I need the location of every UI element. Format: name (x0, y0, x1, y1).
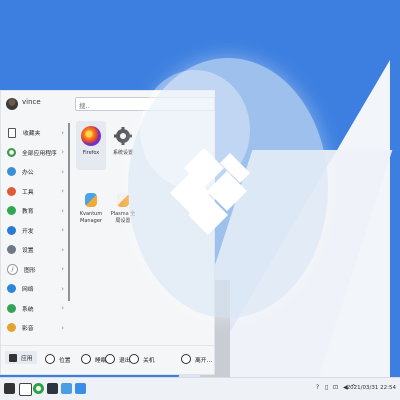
app-kvantum-manager[interactable]: Kvantum Manager (76, 189, 106, 237)
category-label: 工具 (22, 189, 34, 196)
firefox-icon (81, 126, 101, 146)
chevron-right-icon: › (61, 304, 64, 313)
file-manager-icon[interactable] (75, 383, 86, 394)
settings-icon (7, 245, 16, 255)
clock[interactable]: 2021/03/31 22:54 (347, 385, 396, 391)
category-settings[interactable]: 设置 › (1, 240, 67, 260)
browser-icon[interactable] (33, 383, 44, 394)
chevron-right-icon: › (61, 167, 64, 176)
system-settings-icon (113, 126, 133, 146)
launcher-icon[interactable] (4, 383, 15, 394)
graphics-icon: / (7, 263, 18, 275)
tab-applications[interactable]: 应用 (5, 351, 37, 364)
category-label: 影音 (22, 326, 34, 333)
category-network[interactable]: 网络 › (1, 279, 67, 299)
category-all-apps[interactable]: ● 全部应用程序 › (1, 143, 67, 163)
chevron-right-icon: › (61, 323, 64, 332)
tools-icon (7, 186, 16, 196)
tab-label: 位置 (59, 357, 71, 364)
category-office[interactable]: 办公 › (1, 162, 67, 182)
shutdown-button[interactable]: 关机 (129, 354, 155, 364)
logout-button[interactable]: 退出 (105, 354, 131, 364)
mail-icon[interactable] (61, 383, 72, 394)
power-icon (129, 354, 139, 364)
education-icon (7, 206, 16, 216)
button-label: 关机 (143, 357, 155, 364)
apps-icon: ● (7, 147, 16, 157)
username: vince (22, 98, 41, 106)
app-label: Kvantum (79, 211, 103, 217)
category-list: 收藏夹 › ● 全部应用程序 › 办公 › 工具 › 教育 › 开发 › 设置 … (1, 123, 67, 338)
chevron-right-icon: › (61, 284, 64, 293)
kvantum-icon (85, 193, 97, 207)
category-system[interactable]: 系统 › (1, 299, 67, 319)
gear-icon (114, 127, 132, 145)
scrollbar[interactable] (68, 123, 70, 301)
launcher-footer: 应用 位置 睡眠 退出 关机 离开... (1, 345, 214, 374)
leave-button[interactable]: 离开... (181, 354, 212, 364)
category-label: 系统 (22, 306, 34, 313)
chevron-right-icon: › (61, 148, 64, 157)
chevron-right-icon: › (61, 187, 64, 196)
category-multimedia[interactable]: 影音 › (1, 318, 67, 338)
office-icon (7, 167, 16, 177)
sleep-button[interactable]: 睡眠 (81, 354, 107, 364)
taskbar: ? ▯ ⊡ ◀ ^ 2021/03/31 22:54 (0, 377, 400, 400)
multimedia-icon (7, 323, 16, 333)
terminal-icon[interactable] (47, 383, 58, 394)
system-icon (7, 303, 16, 313)
category-label: 图形 (24, 267, 36, 274)
tab-places[interactable]: 位置 (45, 354, 71, 364)
avatar[interactable] (6, 98, 18, 110)
button-label: 离开... (195, 357, 213, 364)
leave-icon (181, 354, 191, 364)
location-icon (45, 354, 55, 364)
category-education[interactable]: 教育 › (1, 201, 67, 221)
search-placeholder: 搜.. (79, 102, 90, 110)
distro-logo-icon (170, 148, 250, 235)
logout-icon (105, 354, 115, 364)
chevron-right-icon: › (61, 245, 64, 254)
category-label: 网络 (22, 287, 34, 294)
category-label: 开发 (22, 228, 34, 235)
apps-icon (9, 353, 17, 362)
app-label: Firefox (82, 150, 100, 156)
clipboard-icon[interactable]: ▯ (325, 384, 328, 391)
chevron-right-icon: › (61, 265, 64, 274)
network-icon (7, 284, 16, 294)
chevron-right-icon: › (61, 206, 64, 215)
category-development[interactable]: 开发 › (1, 221, 67, 241)
bookmark-icon (8, 127, 16, 138)
category-label: 办公 (22, 170, 34, 177)
network-icon[interactable]: ⊡ (333, 384, 338, 391)
category-label: 全部应用程序 (22, 150, 57, 157)
development-icon (7, 225, 16, 235)
moon-icon (81, 354, 91, 364)
app-label: Manager (80, 218, 102, 224)
chevron-right-icon: › (61, 226, 64, 235)
category-tools[interactable]: 工具 › (1, 182, 67, 202)
app-firefox[interactable]: Firefox (76, 121, 106, 170)
app-switcher-icon[interactable] (19, 383, 32, 396)
tab-label: 应用 (21, 356, 33, 362)
category-graphics[interactable]: / 图形 › (1, 260, 67, 280)
category-favorites[interactable]: 收藏夹 › (1, 123, 67, 143)
category-label: 教育 (22, 209, 34, 216)
category-label: 收藏夹 (23, 131, 41, 138)
help-icon[interactable]: ? (316, 384, 319, 391)
category-label: 设置 (22, 248, 34, 255)
chevron-right-icon: › (61, 128, 64, 137)
